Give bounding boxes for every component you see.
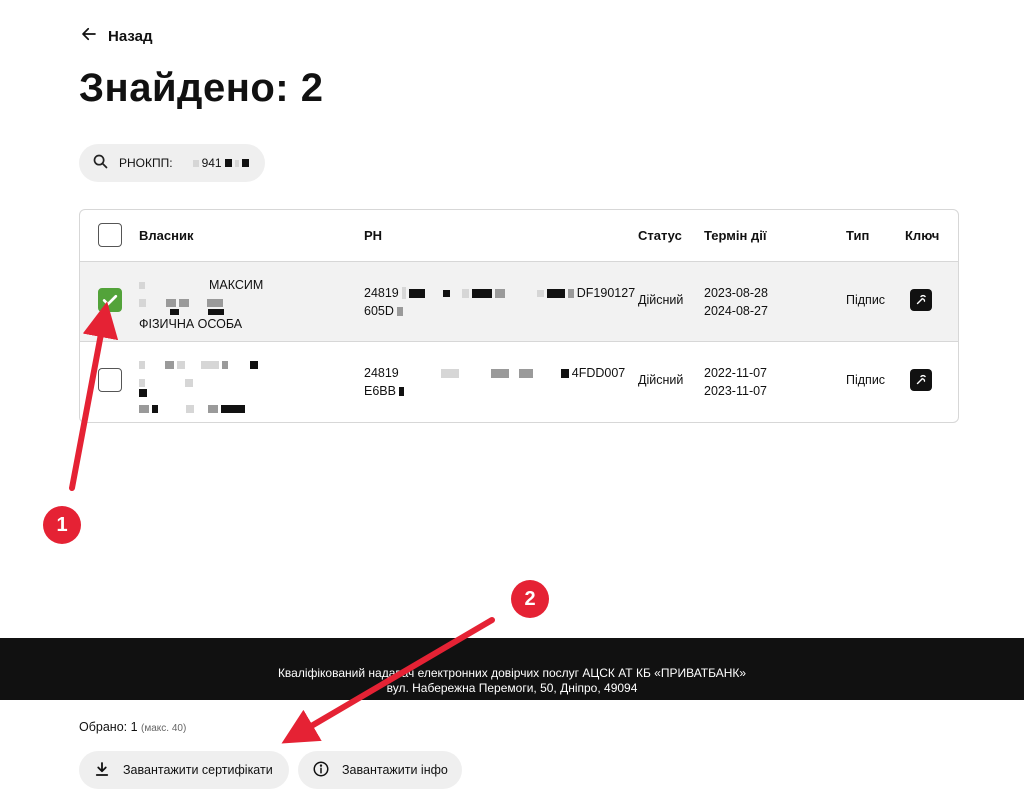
table-header: Власник РН Статус Термін дії Тип Ключ bbox=[80, 210, 958, 262]
search-filter-label: РНОКПП: bbox=[119, 156, 173, 170]
redacted-block bbox=[408, 288, 425, 298]
redacted-block bbox=[560, 368, 569, 378]
selection-max: (макс. 40) bbox=[141, 723, 187, 734]
footer-address: вул. Набережна Перемоги, 50, Дніпро, 490… bbox=[386, 681, 638, 695]
annotation-marker-1: 1 bbox=[43, 506, 81, 544]
date-from: 2022-11-07 bbox=[704, 366, 768, 380]
rn-text: 24819 bbox=[364, 286, 399, 300]
redacted-block bbox=[139, 299, 146, 307]
table-row[interactable]: МАКСИМ ФІЗИЧНА ОСОБА 24819 DF190127 605D… bbox=[80, 262, 958, 342]
term-cell: 2023-08-28 2024-08-27 bbox=[704, 284, 768, 320]
status-cell: Дійсний bbox=[638, 293, 684, 307]
header-rn: РН bbox=[364, 228, 383, 243]
check-icon bbox=[102, 294, 118, 306]
redacted-block bbox=[192, 159, 199, 167]
redacted-block bbox=[207, 299, 223, 307]
redacted-block bbox=[546, 288, 565, 298]
row-checkbox-checked[interactable] bbox=[98, 288, 122, 312]
header-key: Ключ bbox=[905, 228, 940, 243]
rn-cell: 24819 DF190127 605D bbox=[364, 284, 635, 320]
redacted-block bbox=[396, 306, 403, 316]
redacted-block bbox=[152, 405, 158, 413]
rn-text: DF190127 bbox=[576, 286, 636, 300]
redacted-block bbox=[440, 368, 459, 378]
redacted-block bbox=[139, 405, 149, 413]
search-filter-value: 941 bbox=[192, 156, 249, 170]
redacted-block bbox=[166, 299, 176, 307]
download-icon bbox=[93, 760, 111, 781]
date-to: 2023-11-07 bbox=[704, 384, 768, 398]
download-info-label: Завантажити інфо bbox=[342, 763, 448, 777]
redacted-block bbox=[185, 379, 193, 387]
annotation-marker-2: 2 bbox=[511, 580, 549, 618]
rn-text: 605D bbox=[364, 304, 394, 318]
header-status: Статус bbox=[638, 228, 682, 243]
rn-text: 24819 bbox=[364, 366, 399, 380]
redacted-block bbox=[165, 361, 174, 369]
redacted-block bbox=[208, 405, 218, 413]
selection-count-label: Обрано: 1 bbox=[79, 720, 138, 734]
download-certificates-button[interactable]: Завантажити сертифікати bbox=[79, 751, 289, 789]
rn-text: E6BB bbox=[364, 384, 396, 398]
key-icon[interactable] bbox=[910, 289, 932, 311]
owner-cell: МАКСИМ ФІЗИЧНА ОСОБА bbox=[139, 276, 263, 333]
redacted-block bbox=[398, 386, 404, 396]
select-all-checkbox[interactable] bbox=[98, 223, 122, 247]
back-link[interactable]: Назад bbox=[80, 25, 152, 47]
arrow-left-icon bbox=[80, 25, 98, 47]
redacted-block bbox=[139, 361, 145, 369]
search-filter-chip[interactable]: РНОКПП: 941 bbox=[79, 144, 265, 182]
redacted-block bbox=[401, 287, 406, 299]
redacted-block bbox=[241, 159, 249, 167]
redacted-block bbox=[221, 405, 245, 413]
redacted-block bbox=[139, 281, 145, 289]
footer-provider: Кваліфікований надавач електронних довір… bbox=[277, 666, 747, 680]
status-cell: Дійсний bbox=[638, 373, 684, 387]
redacted-block bbox=[179, 299, 189, 307]
term-cell: 2022-11-07 2023-11-07 bbox=[704, 364, 767, 400]
owner-cell bbox=[139, 356, 258, 418]
redacted-block bbox=[471, 288, 492, 298]
redacted-block bbox=[250, 361, 258, 369]
rn-cell: 24819 4FDD007 E6BB bbox=[364, 364, 625, 400]
date-from: 2023-08-28 bbox=[704, 286, 768, 300]
row-checkbox[interactable] bbox=[98, 368, 122, 392]
redacted-block bbox=[224, 159, 232, 167]
redacted-block bbox=[442, 289, 450, 297]
redacted-block bbox=[186, 405, 194, 413]
redacted-block bbox=[139, 379, 145, 387]
table-row[interactable]: 24819 4FDD007 E6BB Дійсний 2022-11-07 20… bbox=[80, 342, 958, 422]
redacted-block bbox=[177, 361, 185, 369]
owner-name: МАКСИМ bbox=[209, 278, 264, 292]
site-footer: Кваліфікований надавач електронних довір… bbox=[0, 638, 1024, 700]
redacted-block bbox=[234, 159, 239, 167]
header-term: Термін дії bbox=[704, 228, 767, 243]
info-icon bbox=[312, 760, 330, 781]
search-icon bbox=[92, 153, 109, 173]
download-certificates-label: Завантажити сертифікати bbox=[123, 763, 273, 777]
back-label: Назад bbox=[108, 27, 153, 45]
redacted-block bbox=[490, 368, 509, 378]
date-to: 2024-08-27 bbox=[704, 304, 768, 318]
page-title: Знайдено: 2 bbox=[79, 66, 324, 110]
type-cell: Підпис bbox=[846, 293, 886, 307]
redacted-block bbox=[461, 288, 469, 298]
redacted-block bbox=[567, 288, 574, 298]
search-value-text: 941 bbox=[201, 156, 222, 170]
header-owner: Власник bbox=[139, 228, 194, 243]
header-type: Тип bbox=[846, 228, 870, 243]
type-cell: Підпис bbox=[846, 373, 886, 387]
redacted-block bbox=[536, 289, 544, 297]
certificates-table: Власник РН Статус Термін дії Тип Ключ МА… bbox=[79, 209, 959, 423]
redacted-block bbox=[222, 361, 228, 369]
redacted-block bbox=[201, 361, 219, 369]
redacted-block bbox=[518, 368, 533, 378]
redacted-block bbox=[494, 288, 505, 298]
download-info-button[interactable]: Завантажити інфо bbox=[298, 751, 462, 789]
key-icon[interactable] bbox=[910, 369, 932, 391]
selection-count: Обрано: 1 (макс. 40) bbox=[79, 720, 186, 734]
rn-text: 4FDD007 bbox=[571, 366, 626, 380]
redacted-block bbox=[139, 389, 147, 397]
owner-type: ФІЗИЧНА ОСОБА bbox=[139, 317, 243, 331]
